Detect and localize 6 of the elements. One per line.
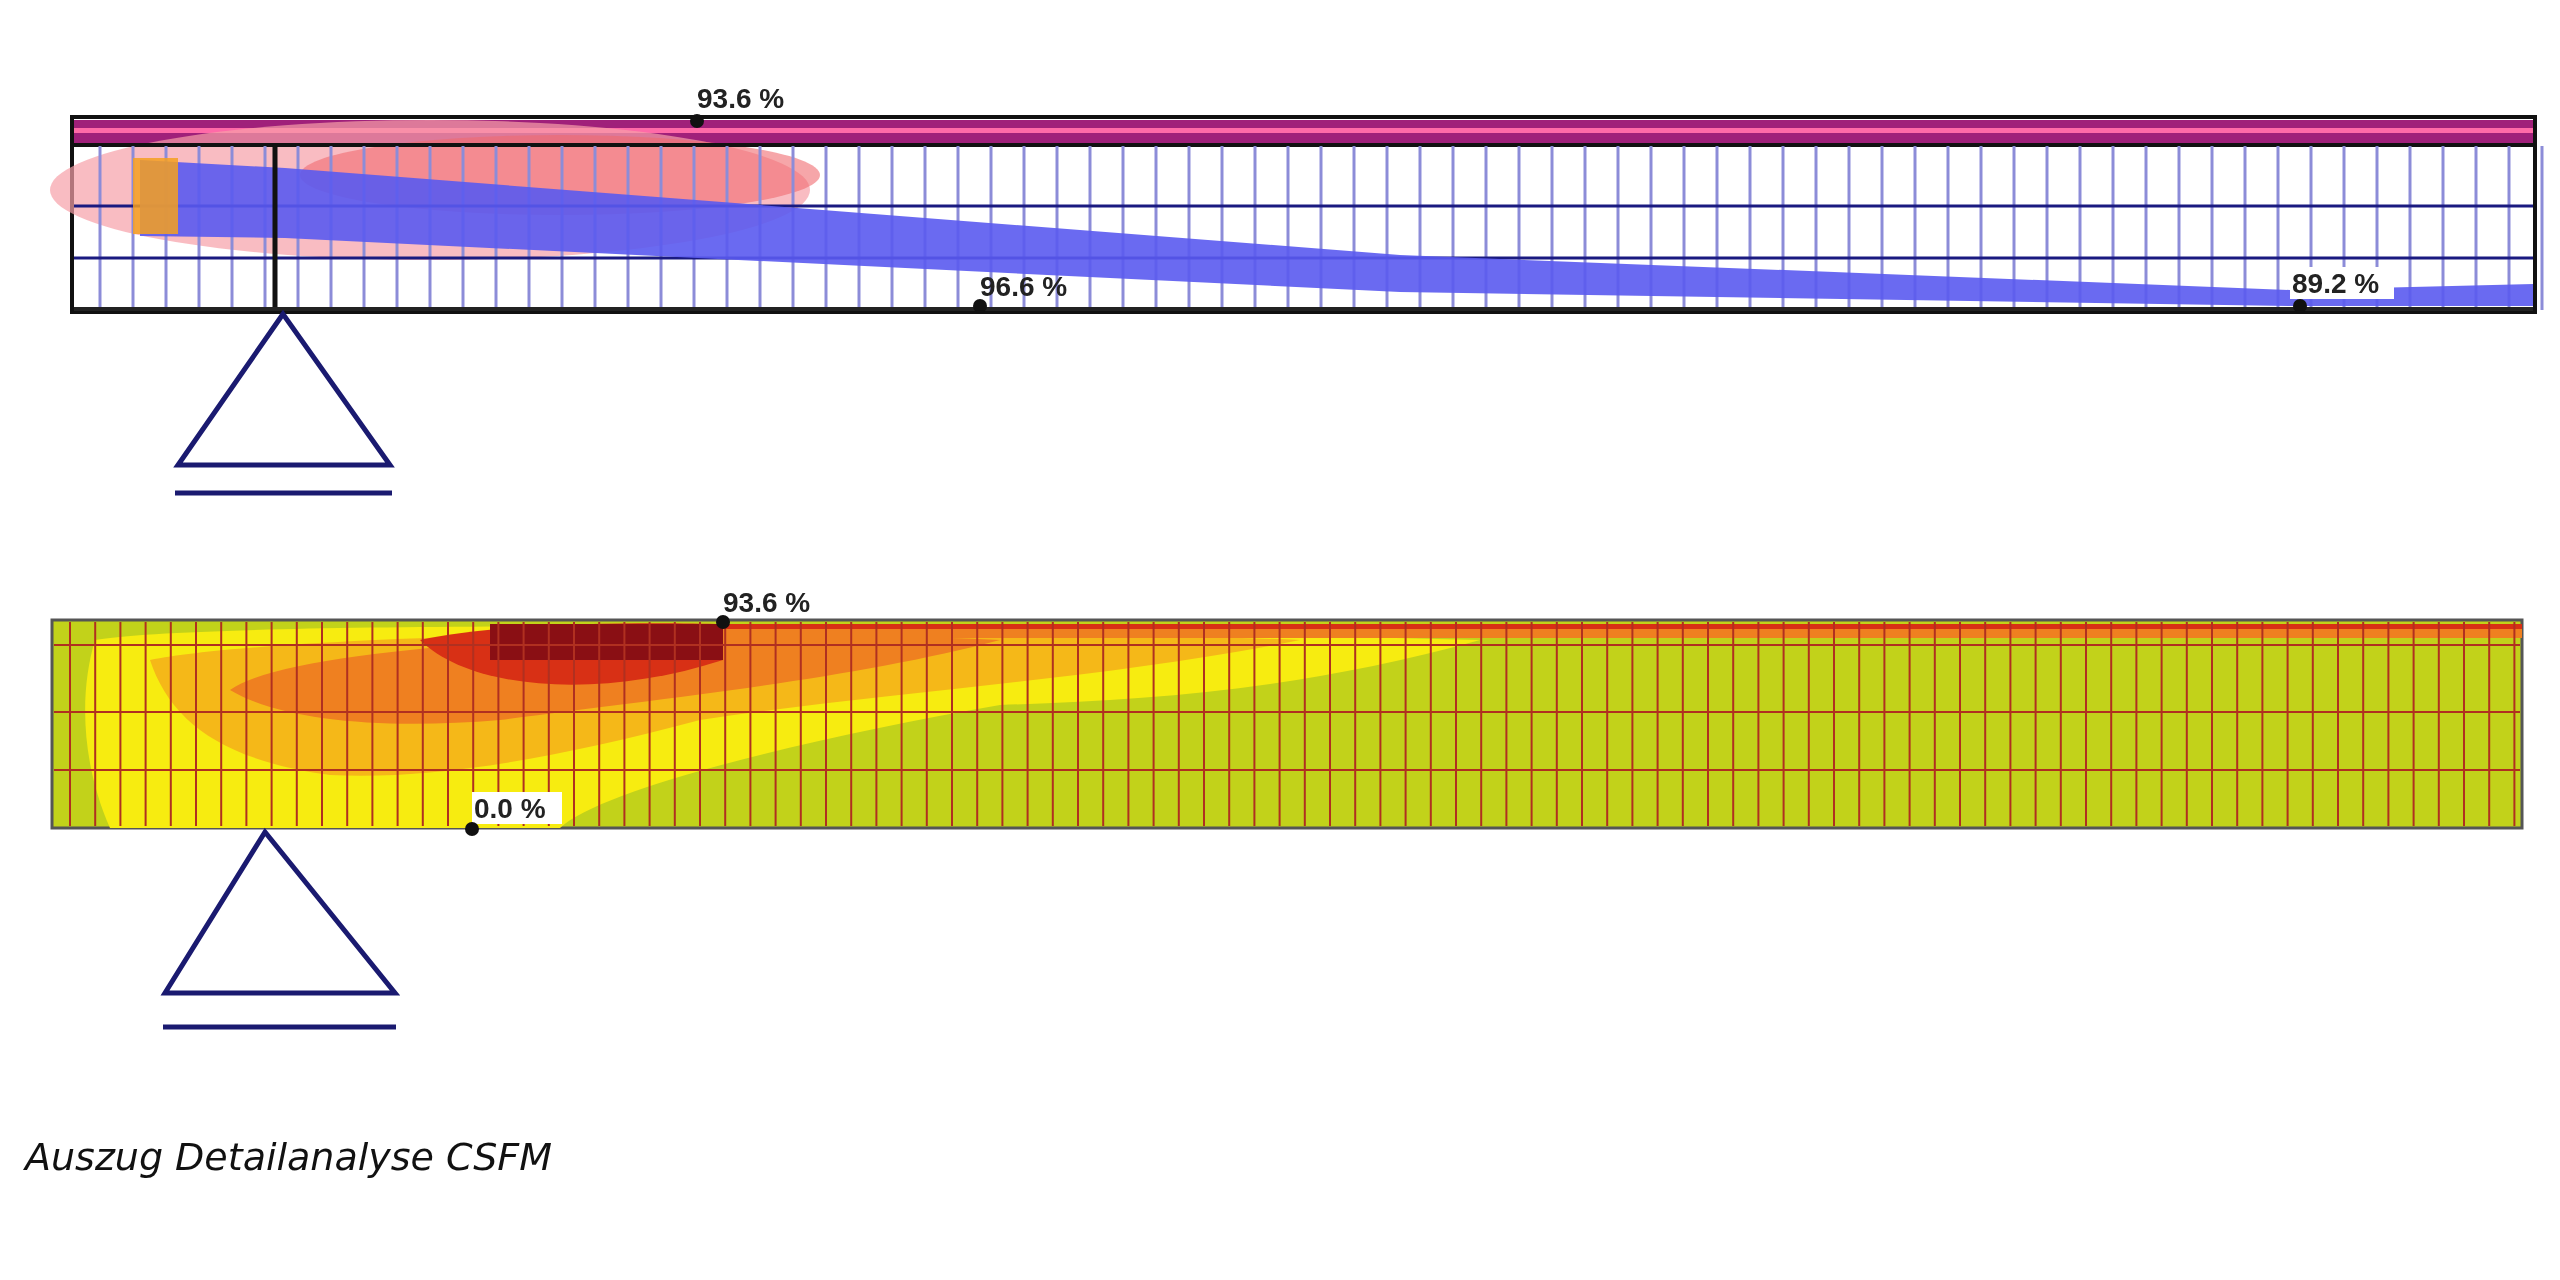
figure-caption: Auszug Detailanalyse CSFM <box>25 1135 552 1179</box>
percent-label: 0.0 % <box>465 792 562 836</box>
percent-label: 93.6 % <box>690 83 785 128</box>
percent-label: 89.2 % <box>2290 267 2394 313</box>
percent-label: 93.6 % <box>716 587 811 629</box>
percent-label: 96.6 % <box>973 271 1068 313</box>
